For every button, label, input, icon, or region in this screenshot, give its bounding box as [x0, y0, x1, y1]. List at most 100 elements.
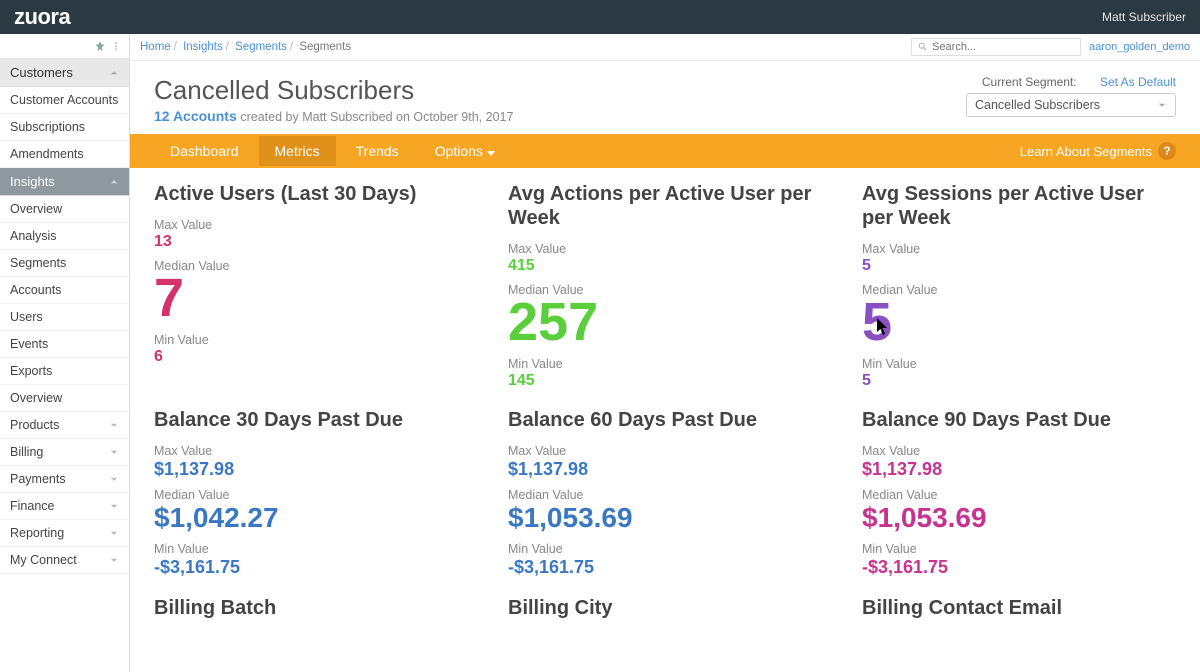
tab-metrics[interactable]: Metrics	[259, 136, 336, 166]
metric-title: Balance 60 Days Past Due	[508, 408, 822, 432]
stat-value: 5	[862, 257, 1176, 275]
sidebar-item-finance[interactable]: Finance	[0, 493, 129, 520]
metric-avg-actions: Avg Actions per Active User per Week Max…	[508, 182, 822, 398]
chevron-down-icon	[109, 474, 119, 484]
chevron-down-icon	[109, 555, 119, 565]
sidebar-item-analysis[interactable]: Analysis	[0, 223, 129, 250]
main-content: Home/ Insights/ Segments/ Segments aaron…	[130, 34, 1200, 672]
sidebar-item-customer-accounts[interactable]: Customer Accounts	[0, 87, 129, 114]
sidebar-item-segments[interactable]: Segments	[0, 250, 129, 277]
stat-value: 415	[508, 257, 822, 275]
tab-trends[interactable]: Trends	[340, 136, 415, 166]
stat-label: Max Value	[154, 444, 468, 458]
sidebar-item-overview-2[interactable]: Overview	[0, 385, 129, 412]
stat-label: Min Value	[154, 542, 468, 556]
stat-value: 5	[862, 372, 1176, 390]
stat-median: $1,053.69	[862, 502, 1176, 534]
search-icon	[918, 42, 928, 52]
metric-title: Billing City	[508, 596, 822, 620]
stat-label: Max Value	[154, 218, 468, 232]
metric-balance-90: Balance 90 Days Past Due Max Value $1,13…	[862, 408, 1176, 586]
tab-options[interactable]: Options	[419, 136, 511, 166]
topbar-user[interactable]: Matt Subscriber	[1102, 10, 1186, 24]
stat-value: -$3,161.75	[508, 557, 822, 578]
sidebar-item-users[interactable]: Users	[0, 304, 129, 331]
stat-value: -$3,161.75	[862, 557, 1176, 578]
segment-select[interactable]: Cancelled Subscribers	[966, 93, 1176, 117]
breadcrumb-insights[interactable]: Insights	[183, 41, 223, 53]
search-input[interactable]	[911, 38, 1081, 56]
metric-title: Avg Actions per Active User per Week	[508, 182, 822, 230]
sidebar-pin-row	[0, 34, 129, 59]
segment-picker: Current Segment: Set As Default Cancelle…	[966, 75, 1176, 117]
metrics-grid-row3: Billing Batch Billing City Billing Conta…	[130, 586, 1200, 638]
stat-label: Min Value	[508, 357, 822, 371]
metrics-grid: Active Users (Last 30 Days) Max Value 13…	[130, 168, 1200, 586]
metric-title: Balance 30 Days Past Due	[154, 408, 468, 432]
metric-title: Billing Batch	[154, 596, 468, 620]
breadcrumb-row: Home/ Insights/ Segments/ Segments aaron…	[130, 34, 1200, 61]
stat-value: $1,137.98	[862, 459, 1176, 480]
stat-value: $1,137.98	[508, 459, 822, 480]
nav-group-insights[interactable]: Insights	[0, 168, 129, 196]
chevron-down-icon	[109, 447, 119, 457]
stat-label: Max Value	[862, 444, 1176, 458]
nav-group-label: Customers	[10, 65, 73, 80]
chevron-up-icon	[109, 68, 119, 78]
caret-down-icon	[487, 151, 495, 156]
sidebar-item-products[interactable]: Products	[0, 412, 129, 439]
sidebar-item-overview[interactable]: Overview	[0, 196, 129, 223]
pin-icon[interactable]	[95, 41, 105, 51]
stat-label: Min Value	[862, 357, 1176, 371]
tab-dashboard[interactable]: Dashboard	[154, 136, 255, 166]
stat-median: 7	[154, 271, 468, 325]
chevron-up-icon	[109, 177, 119, 187]
tenant-name[interactable]: aaron_golden_demo	[1089, 41, 1190, 53]
chevron-down-icon	[109, 501, 119, 511]
sidebar-item-payments[interactable]: Payments	[0, 466, 129, 493]
stat-median: $1,053.69	[508, 502, 822, 534]
stat-value: 145	[508, 372, 822, 390]
account-count-link[interactable]: 12 Accounts	[154, 108, 237, 124]
help-icon: ?	[1158, 142, 1176, 160]
metric-title: Billing Contact Email	[862, 596, 1176, 620]
metric-title: Balance 90 Days Past Due	[862, 408, 1176, 432]
stat-median: $1,042.27	[154, 502, 468, 534]
sidebar: Customers Customer Accounts Subscription…	[0, 34, 130, 672]
breadcrumb-home[interactable]: Home	[140, 41, 171, 53]
stat-median: 257	[508, 295, 822, 349]
stat-value: 13	[154, 233, 468, 251]
chevron-down-icon	[109, 528, 119, 538]
sidebar-item-accounts[interactable]: Accounts	[0, 277, 129, 304]
stat-median: 5	[862, 295, 1176, 349]
stat-label: Min Value	[508, 542, 822, 556]
stat-value: -$3,161.75	[154, 557, 468, 578]
page-subtitle: 12 Accounts created by Matt Subscribed o…	[154, 108, 513, 124]
sidebar-item-subscriptions[interactable]: Subscriptions	[0, 114, 129, 141]
nav-group-customers[interactable]: Customers	[0, 59, 129, 87]
stat-label: Max Value	[862, 242, 1176, 256]
topbar: zuora Matt Subscriber	[0, 0, 1200, 34]
kebab-icon[interactable]	[111, 41, 121, 51]
sidebar-item-exports[interactable]: Exports	[0, 358, 129, 385]
sidebar-item-reporting[interactable]: Reporting	[0, 520, 129, 547]
learn-about-segments-link[interactable]: Learn About Segments ?	[1020, 142, 1176, 160]
sidebar-item-my-connect[interactable]: My Connect	[0, 547, 129, 574]
chevron-down-icon	[1157, 100, 1167, 110]
sidebar-item-events[interactable]: Events	[0, 331, 129, 358]
brand-logo: zuora	[14, 4, 70, 30]
metric-title: Active Users (Last 30 Days)	[154, 182, 468, 206]
sidebar-item-billing[interactable]: Billing	[0, 439, 129, 466]
breadcrumb-segments[interactable]: Segments	[235, 41, 287, 53]
set-as-default-link[interactable]: Set As Default	[1100, 75, 1176, 89]
search-field[interactable]	[932, 41, 1074, 53]
page-header: Cancelled Subscribers 12 Accounts create…	[130, 61, 1200, 134]
sidebar-item-amendments[interactable]: Amendments	[0, 141, 129, 168]
breadcrumb-current: Segments	[299, 41, 351, 53]
stat-label: Median Value	[508, 488, 822, 502]
stat-label: Min Value	[862, 542, 1176, 556]
stat-value: 6	[154, 348, 468, 366]
chevron-down-icon	[109, 420, 119, 430]
metric-balance-30: Balance 30 Days Past Due Max Value $1,13…	[154, 408, 468, 586]
created-by-text: created by Matt Subscribed on October 9t…	[240, 110, 513, 124]
